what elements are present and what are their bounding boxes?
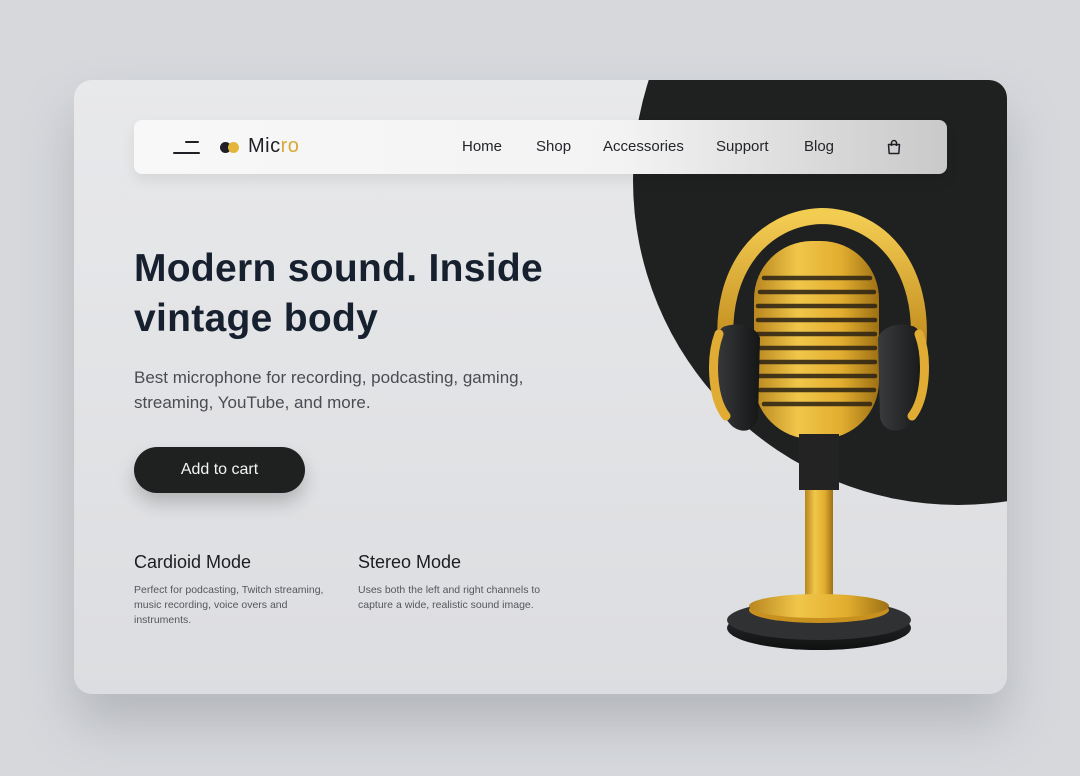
feature-description: Perfect for podcasting, Twitch streaming… <box>134 584 324 626</box>
nav-item-support[interactable]: Support <box>716 138 769 155</box>
menu-icon[interactable] <box>173 140 201 156</box>
top-navbar: Micro Home Shop Accessories Support Blog <box>134 120 947 174</box>
hero-card: Micro Home Shop Accessories Support Blog… <box>74 80 1007 694</box>
feature-stereo: Stereo Mode Uses both the left and right… <box>358 552 548 613</box>
brand-logo[interactable]: Micro <box>248 135 299 158</box>
nav-item-home[interactable]: Home <box>462 138 502 155</box>
add-to-cart-button[interactable]: Add to cart <box>134 447 305 493</box>
feature-description: Uses both the left and right channels to… <box>358 584 541 611</box>
nav-item-blog[interactable]: Blog <box>804 138 834 155</box>
nav-item-shop[interactable]: Shop <box>536 138 571 155</box>
brand-name-main: Mic <box>248 135 281 157</box>
feature-title: Stereo Mode <box>358 552 462 572</box>
shopping-bag-icon[interactable] <box>886 139 902 155</box>
logo-icon <box>220 141 240 153</box>
feature-cardioid: Cardioid Mode Perfect for podcasting, Tw… <box>134 552 324 628</box>
nav-item-accessories[interactable]: Accessories <box>603 138 684 155</box>
microphone-with-headphones-image <box>709 208 929 650</box>
brand-name-accent: ro <box>280 135 300 157</box>
feature-title: Cardioid Mode <box>134 552 252 572</box>
hero-subtitle: Best microphone for recording, podcastin… <box>134 368 524 412</box>
hero-title: Modern sound. Inside vintage body <box>134 247 544 340</box>
